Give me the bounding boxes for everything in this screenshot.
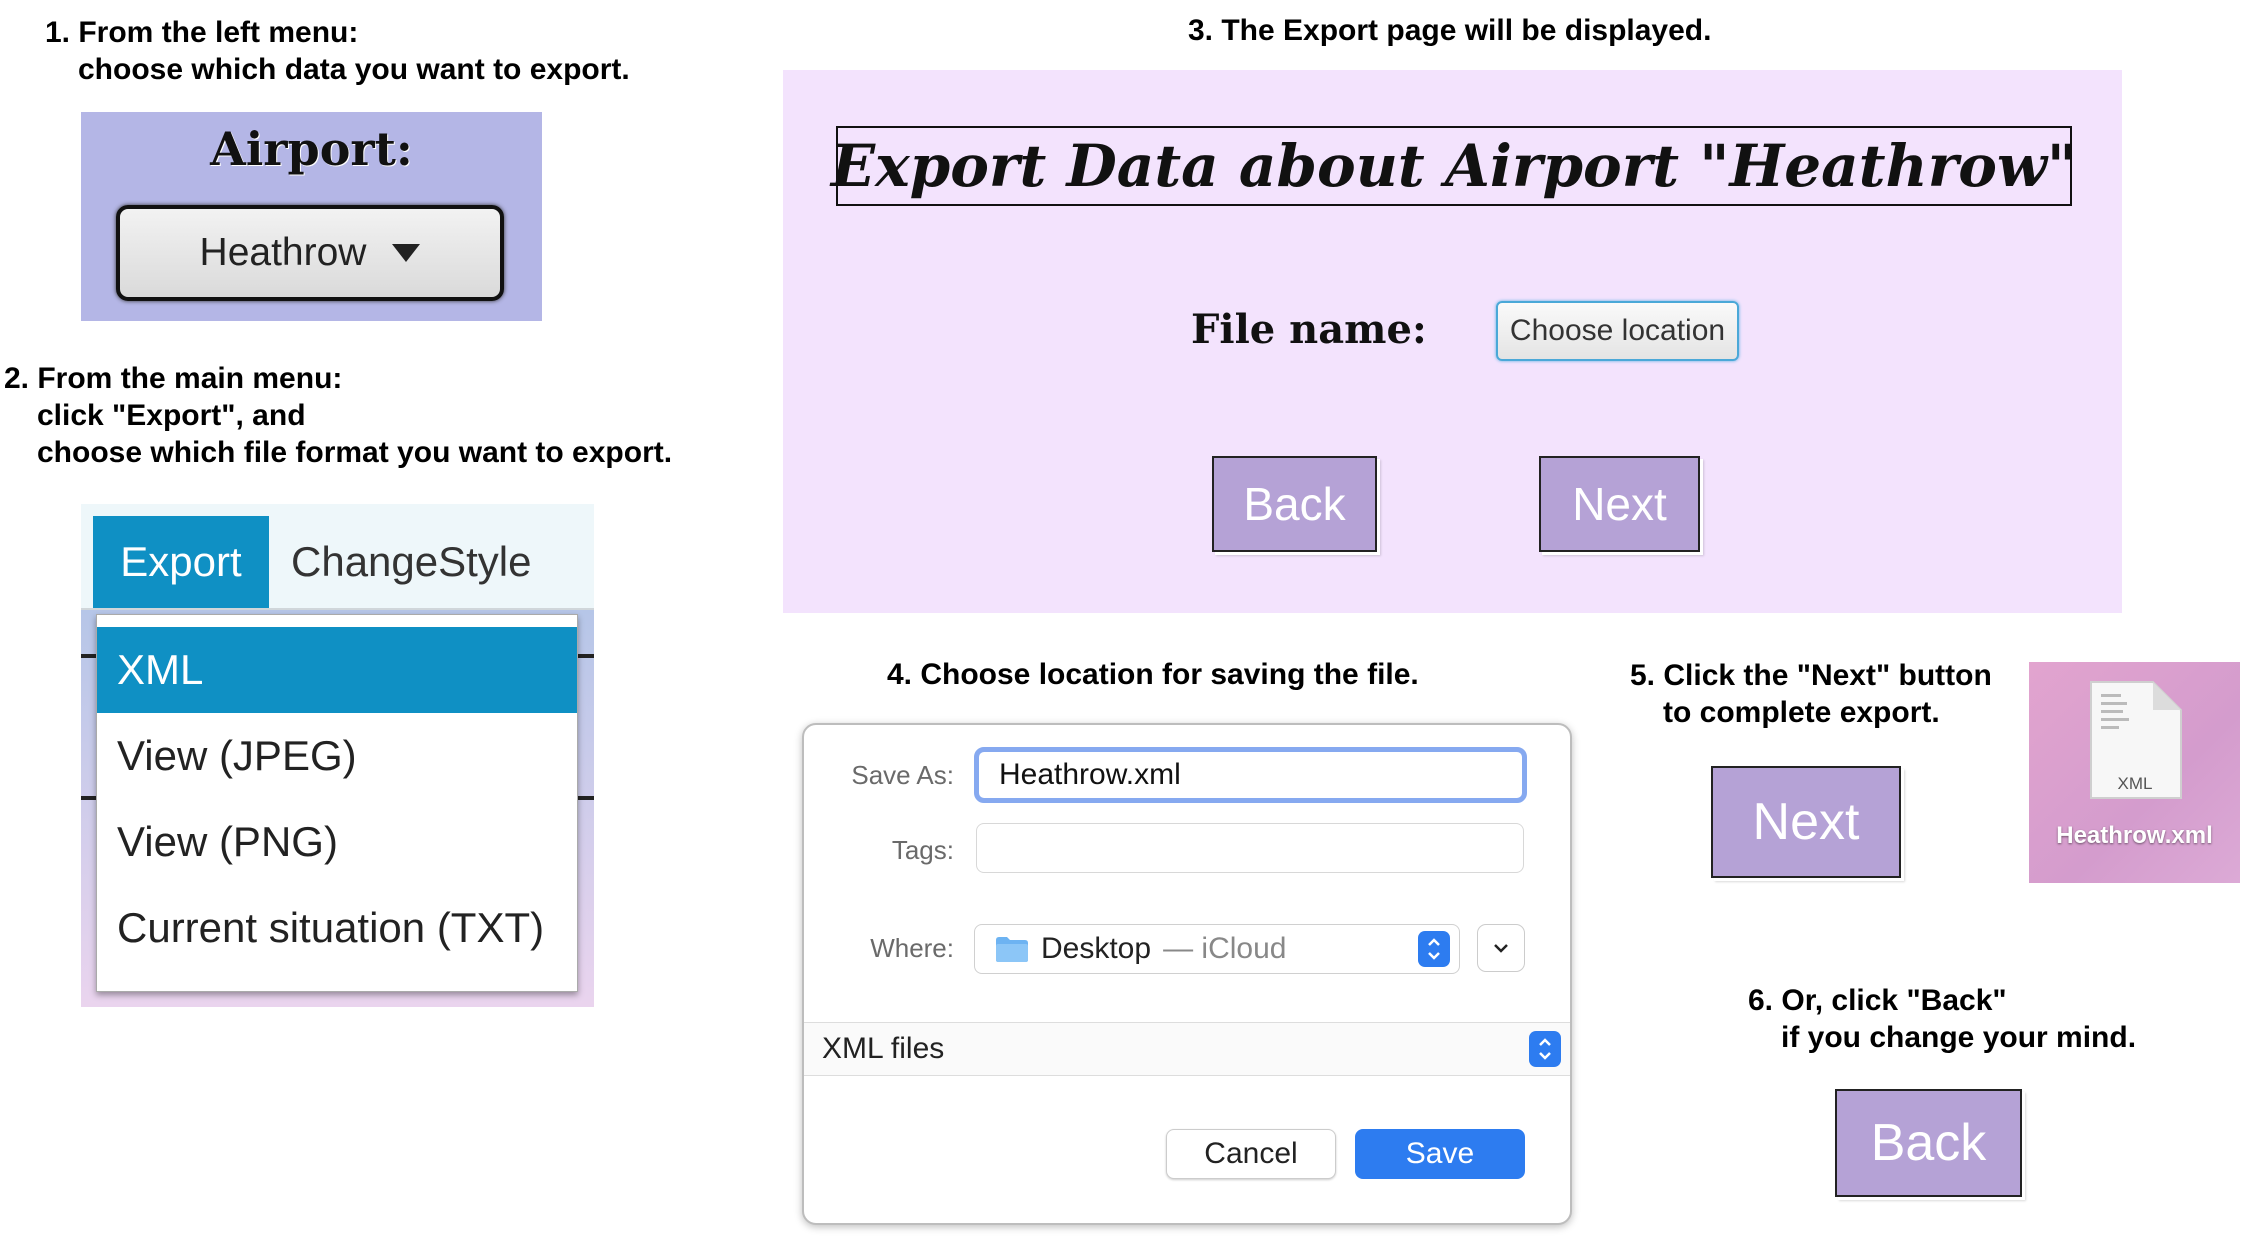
where-label: Where: xyxy=(870,933,954,963)
where-select[interactable]: Desktop — iCloud xyxy=(974,924,1460,974)
export-page-title: Export Data about Airport "Heathrow" xyxy=(830,132,2078,200)
airport-select-value: Heathrow xyxy=(199,231,367,274)
step1-line2: choose which data you want to export. xyxy=(78,53,630,86)
airport-panel: Airport: Heathrow xyxy=(81,112,542,321)
triangle-down-icon xyxy=(392,244,421,262)
step6-line1: 6. Or, click "Back" xyxy=(1748,984,2007,1017)
step5-line1: 5. Click the "Next" button xyxy=(1630,659,1992,692)
back-button[interactable]: Back xyxy=(1212,456,1377,552)
step2-line1: 2. From the main menu: xyxy=(4,362,343,395)
file-name-label: File name: xyxy=(1191,306,1427,353)
next-button[interactable]: Next xyxy=(1539,456,1700,552)
file-name-caption: Heathrow.xml xyxy=(2056,822,2213,849)
menu-export[interactable]: Export xyxy=(93,516,269,608)
step2-line3: choose which file format you want to exp… xyxy=(37,436,673,469)
where-sub: — iCloud xyxy=(1163,932,1287,965)
step2-line2: click "Export", and xyxy=(37,399,306,432)
back-button-step6[interactable]: Back xyxy=(1835,1089,2022,1197)
dropdown-item-xml[interactable]: XML xyxy=(97,627,577,713)
save-dialog: Save As: Heathrow.xml Tags: Where: Deskt… xyxy=(802,723,1572,1225)
step4-instruction: 4. Choose location for saving the file. xyxy=(887,656,1419,693)
save-as-label: Save As: xyxy=(851,760,954,790)
save-button[interactable]: Save xyxy=(1355,1129,1525,1179)
tags-input[interactable] xyxy=(976,823,1524,873)
cancel-button[interactable]: Cancel xyxy=(1166,1129,1336,1179)
tags-label: Tags: xyxy=(891,835,954,865)
main-menu-panel: Export ChangeStyle XML View (JPEG) View … xyxy=(81,504,594,1007)
step4-line1: 4. Choose location for saving the file. xyxy=(887,658,1419,691)
file-format-stepper-icon[interactable] xyxy=(1529,1031,1561,1067)
choose-location-button[interactable]: Choose location xyxy=(1496,301,1739,361)
step1-instruction: 1. From the left menu: choose which data… xyxy=(45,14,630,88)
step5-instruction: 5. Click the "Next" button to complete e… xyxy=(1630,657,1992,731)
export-title-box: Export Data about Airport "Heathrow" xyxy=(831,126,2077,206)
dropdown-item-png[interactable]: View (PNG) xyxy=(97,799,577,885)
airport-select[interactable]: Heathrow xyxy=(116,205,504,301)
step3-line1: 3. The Export page will be displayed. xyxy=(1188,14,1712,47)
step6-instruction: 6. Or, click "Back" if you change your m… xyxy=(1748,982,2136,1056)
dropdown-item-jpeg[interactable]: View (JPEG) xyxy=(97,713,577,799)
file-icon-text: XML xyxy=(2117,774,2153,793)
file-format-value: XML files xyxy=(822,1032,945,1065)
chevron-down-icon xyxy=(1494,944,1508,953)
where-value: Desktop xyxy=(1041,932,1152,965)
exported-file-tile: XML Heathrow.xml xyxy=(2029,662,2240,883)
save-as-input[interactable]: Heathrow.xml xyxy=(974,747,1527,803)
step1-line1: 1. From the left menu: xyxy=(45,16,359,49)
step2-instruction: 2. From the main menu: click "Export", a… xyxy=(4,360,672,471)
step6-line2: if you change your mind. xyxy=(1781,1021,2137,1054)
next-button-step5[interactable]: Next xyxy=(1711,766,1901,878)
file-format-select[interactable]: XML files xyxy=(804,1022,1570,1076)
expand-dialog-button[interactable] xyxy=(1477,924,1525,972)
export-page: Export Data about Airport "Heathrow" Fil… xyxy=(783,70,2122,613)
step3-instruction: 3. The Export page will be displayed. xyxy=(1188,12,1711,49)
save-as-value: Heathrow.xml xyxy=(999,758,1181,791)
step5-line2: to complete export. xyxy=(1663,696,1940,729)
export-dropdown: XML View (JPEG) View (PNG) Current situa… xyxy=(96,614,578,992)
dropdown-item-txt[interactable]: Current situation (TXT) xyxy=(97,885,577,971)
where-stepper-icon[interactable] xyxy=(1418,931,1450,967)
airport-label: Airport: xyxy=(210,122,413,176)
folder-icon xyxy=(996,937,1028,962)
menu-changestyle[interactable]: ChangeStyle xyxy=(291,516,532,608)
